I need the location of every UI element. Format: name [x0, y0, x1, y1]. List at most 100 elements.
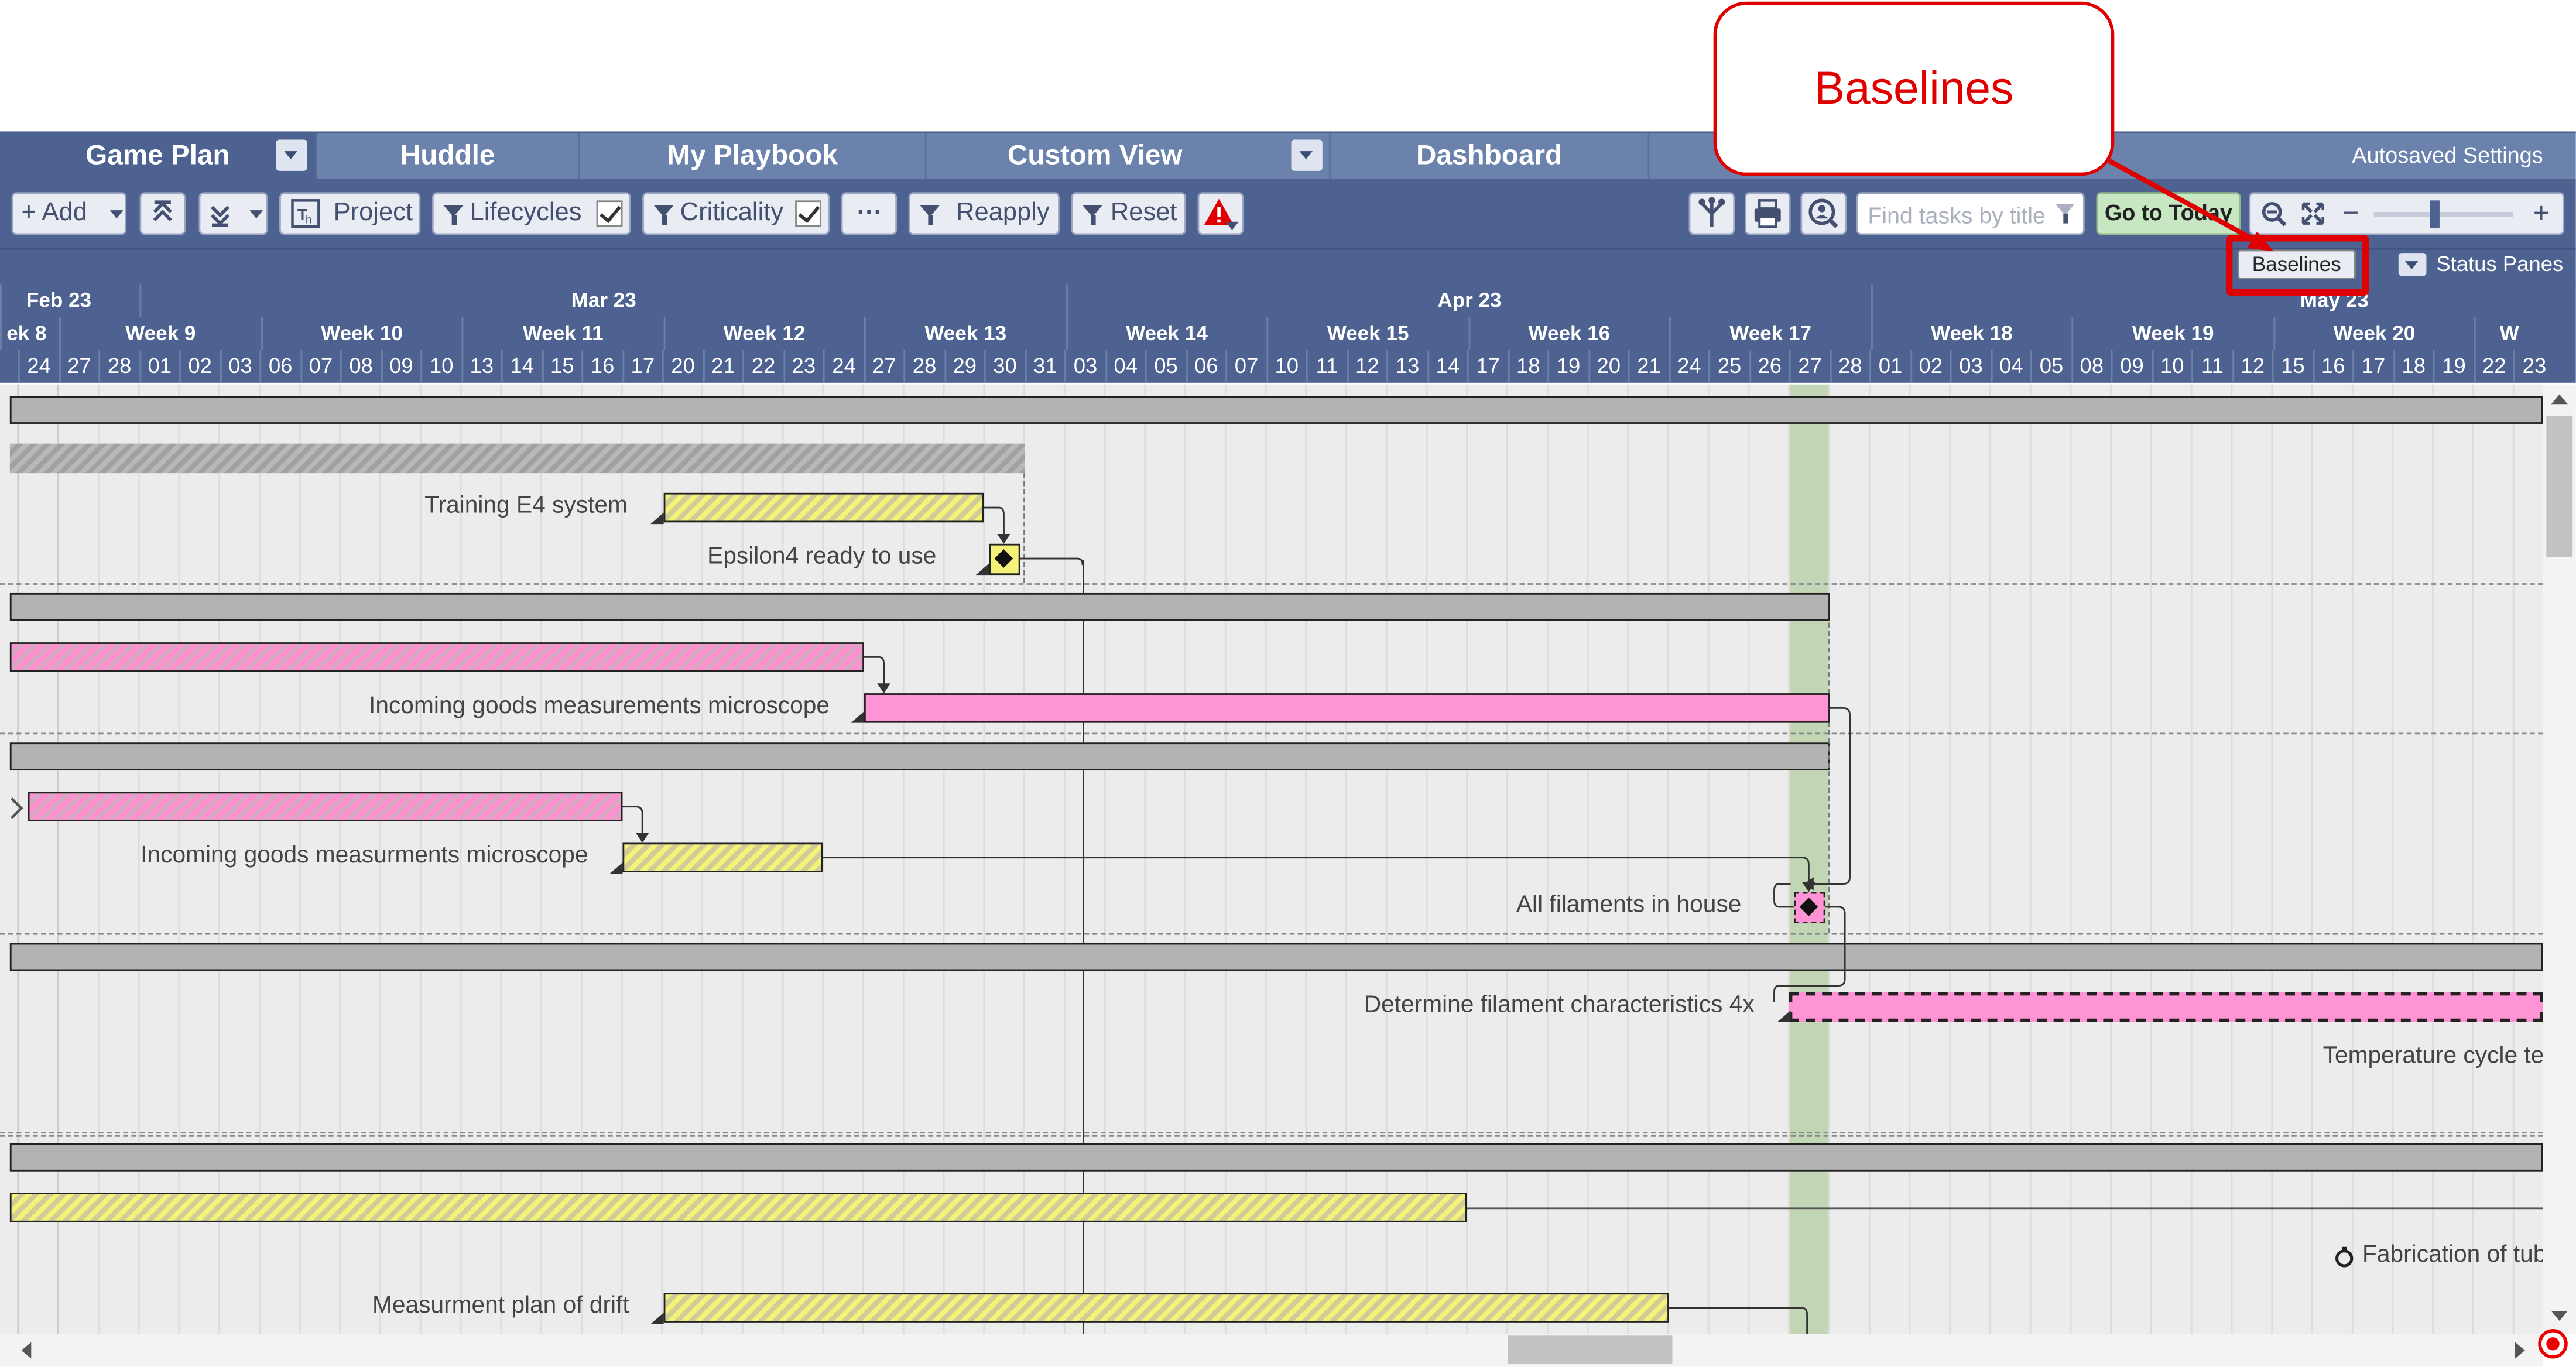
more-icon: ⋯ [856, 198, 882, 227]
tab-label: Huddle [400, 139, 495, 171]
summary-bar[interactable] [9, 943, 2543, 971]
zoom-slider-track[interactable] [2373, 211, 2514, 217]
app-window: Game Plan Huddle My Playbook Custom View… [0, 0, 2576, 1370]
reset-button[interactable]: Reset [1071, 192, 1186, 235]
tab-label: My Playbook [667, 139, 838, 171]
add-dropdown-icon[interactable] [110, 210, 124, 219]
day-header: 03 [1064, 350, 1105, 383]
day-header: 09 [2111, 350, 2152, 383]
day-header: 21 [702, 350, 743, 383]
horizontal-scrollbar[interactable] [0, 1334, 2543, 1367]
tab-game-plan[interactable]: Game Plan [0, 133, 317, 179]
day-header: 17 [2352, 350, 2393, 383]
summary-bar[interactable] [9, 1143, 2543, 1172]
record-icon[interactable] [2538, 1329, 2568, 1359]
week-header: Week 10 [260, 317, 462, 350]
task-bar-training-e4[interactable] [663, 492, 984, 523]
milestone-epsilon4[interactable] [989, 543, 1020, 576]
zoom-minus-icon[interactable]: − [2342, 194, 2359, 233]
tab-dashboard[interactable]: Dashboard [1330, 133, 1650, 179]
task-bar-incoming-goods-2[interactable] [622, 842, 823, 872]
task-bar-measurement-plan[interactable] [663, 1293, 1669, 1323]
add-button[interactable]: + Add [11, 192, 127, 235]
day-header: 22 [742, 350, 783, 383]
task-bar-baseline-pink[interactable] [9, 642, 864, 672]
custom-view-dropdown[interactable] [1291, 139, 1323, 171]
tab-custom-view[interactable]: Custom View [926, 133, 1331, 179]
criticality-checkbox[interactable] [795, 200, 821, 227]
scroll-up-icon[interactable] [2551, 394, 2568, 405]
task-bar-determine-filament[interactable] [1789, 992, 2543, 1022]
expand-all-button[interactable] [198, 192, 268, 235]
game-plan-dropdown[interactable] [276, 139, 307, 171]
zoom-slider-handle[interactable] [2428, 200, 2439, 229]
hierarchy-button[interactable] [1688, 192, 1735, 235]
summary-bar-hatched[interactable] [9, 443, 1025, 474]
criticality-filter-button[interactable]: Criticality [642, 192, 830, 235]
milestone-all-filaments[interactable] [1794, 892, 1825, 923]
scroll-left-icon[interactable] [21, 1342, 32, 1359]
reapply-button[interactable]: Reapply [908, 192, 1060, 235]
alerts-dropdown-icon[interactable] [1225, 221, 1239, 230]
day-header: 03 [1950, 350, 1991, 383]
day-header: 19 [2433, 350, 2474, 383]
project-button[interactable]: Th Project [279, 192, 421, 235]
task-handle-icon [1777, 1010, 1791, 1022]
tab-my-playbook[interactable]: My Playbook [580, 133, 927, 179]
fit-to-screen-icon[interactable] [2297, 194, 2330, 233]
go-to-today-button[interactable]: Go to Today [2096, 192, 2241, 235]
day-header: 28 [98, 350, 139, 383]
collapse-up-icon [153, 200, 172, 221]
day-header: 30 [984, 350, 1025, 383]
reapply-filter-icon [920, 205, 940, 225]
scroll-right-icon[interactable] [2515, 1342, 2525, 1359]
more-options-button[interactable]: ⋯ [841, 192, 898, 235]
add-label: + Add [21, 198, 87, 227]
print-button[interactable] [1744, 192, 1791, 235]
day-header: 23 [2513, 350, 2554, 383]
day-header: 27 [1789, 350, 1830, 383]
tab-huddle[interactable]: Huddle [317, 133, 580, 179]
day-header: 03 [219, 350, 260, 383]
alerts-button[interactable] [1197, 192, 1244, 235]
day-header: 08 [2070, 350, 2111, 383]
scroll-down-icon[interactable] [2551, 1311, 2568, 1321]
reset-filter-icon [1083, 205, 1102, 225]
baselines-callout: Baselines [1713, 1, 2115, 176]
top-nav: Game Plan Huddle My Playbook Custom View… [0, 131, 2576, 179]
vertical-scroll-thumb[interactable] [2546, 415, 2573, 557]
stopwatch-icon [2335, 1246, 2354, 1268]
summary-bar[interactable] [9, 742, 1830, 771]
expand-dropdown-icon[interactable] [249, 210, 263, 219]
dependency-line [1467, 1207, 2543, 1210]
timeline-header: Feb 23 Mar 23 Apr 23 May 23 ek 8 Week 9 … [0, 284, 2576, 383]
day-header: 05 [1145, 350, 1186, 383]
task-bar-baseline-pink[interactable] [28, 792, 623, 821]
task-bar-incoming-goods-1[interactable] [864, 693, 1830, 723]
status-panes-dropdown[interactable] [2398, 253, 2427, 276]
find-tasks-search[interactable] [1856, 192, 2085, 235]
day-header: 10 [1266, 350, 1306, 383]
lifecycles-filter-button[interactable]: Lifecycles [431, 192, 631, 235]
autosaved-settings[interactable]: Autosaved Settings [2352, 133, 2543, 179]
chevron-right-icon[interactable] [6, 795, 26, 821]
day-header: 04 [1990, 350, 2030, 383]
summary-bar[interactable] [9, 592, 1830, 621]
week-header: ek 8 [0, 317, 59, 350]
zoom-plus-icon[interactable]: + [2533, 194, 2550, 233]
horizontal-scroll-thumb[interactable] [1508, 1335, 1673, 1364]
lifecycles-checkbox[interactable] [596, 200, 623, 227]
search-input[interactable] [1864, 198, 2052, 232]
summary-bar[interactable] [9, 396, 2543, 424]
collapse-all-button[interactable] [139, 192, 186, 235]
task-label: Fabrication of tube [2362, 1242, 2543, 1269]
zoom-out-icon[interactable] [2257, 194, 2290, 233]
day-header: 19 [1547, 350, 1588, 383]
day-header: 12 [2231, 350, 2272, 383]
status-panes-label[interactable]: Status Panes [2436, 250, 2563, 280]
task-bar-yellow-long[interactable] [9, 1193, 1467, 1222]
search-tasks-button[interactable] [1800, 192, 1847, 235]
group-separator [0, 1135, 2543, 1137]
search-filter-icon[interactable] [2055, 203, 2075, 224]
day-header: 27 [863, 350, 904, 383]
